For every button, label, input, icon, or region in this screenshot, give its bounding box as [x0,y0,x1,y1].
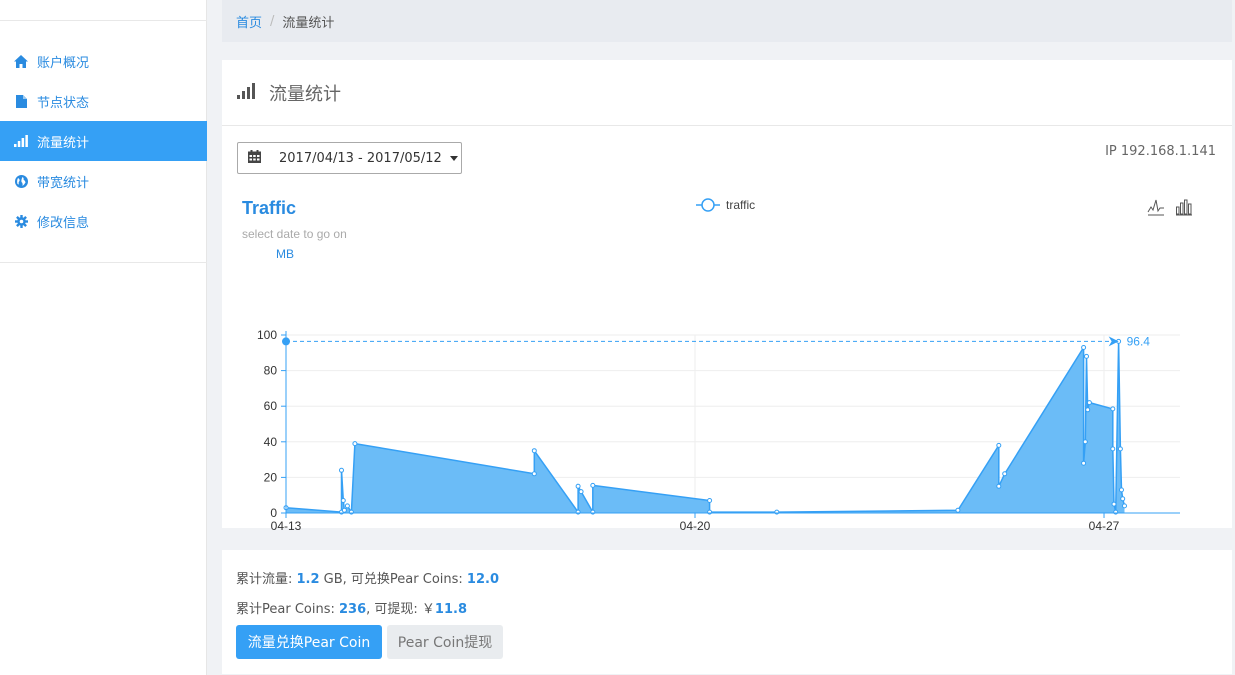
traffic-data-point [1086,400,1092,406]
traffic-data-point [1081,345,1087,350]
ip-address-label: IP 192.168.1.141 [1105,144,1216,159]
breadcrumb: 首页 / 流量统计 [222,0,1232,42]
traffic-panel: 流量统计 2017/04/13 - 2017/05/12 IP 192.168.… [222,60,1232,530]
date-range-value: 2017/04/13 - 2017/05/12 [279,150,442,166]
home-icon [12,52,30,70]
page-title: 流量统计 [269,83,341,105]
y-tick-label: 0 [270,506,277,520]
withdrawable-label: , 可提现: ￥ [366,602,435,617]
line-chart-toggle-icon[interactable] [1146,197,1166,217]
total-traffic-value: 1.2 [296,572,320,587]
y-tick-label: 40 [264,435,278,449]
total-coins-value: 236 [339,602,367,617]
calendar-icon [248,149,261,167]
traffic-data-point [339,467,344,473]
traffic-data-point [1117,446,1123,452]
y-axis-unit: MB [276,247,294,261]
traffic-data-point [340,498,346,503]
sidebar-item-bandwidth-stats[interactable]: 带宽统计 [0,161,207,201]
sidebar-item-account-overview[interactable]: 账户概况 [0,41,207,81]
sidebar-divider-top [0,20,207,21]
x-tick-label: 04-27 [1089,519,1120,530]
chart-subtitle: select date to go on [242,227,347,241]
traffic-data-point [590,482,596,488]
traffic-data-point [996,483,1002,489]
date-range-picker[interactable]: 2017/04/13 - 2017/05/12 [237,142,462,174]
traffic-data-point [575,483,581,489]
exchange-coin-button[interactable]: 流量兑换Pear Coin [236,625,382,659]
traffic-data-point [1081,460,1087,466]
sidebar-nav: 账户概况 节点状态 流量统计 带宽统计 修改信息 [0,41,207,241]
traffic-data-point [1110,406,1116,412]
sidebar-item-label: 流量统计 [37,135,90,151]
breadcrumb-home-link[interactable]: 首页 [236,12,262,31]
traffic-data-point [1110,446,1116,452]
breadcrumb-separator: / [270,13,275,29]
total-traffic-label: 累计流量: [236,572,297,587]
coins-summary-line: 累计Pear Coins: 236, 可提现: ￥11.8 [236,598,467,617]
total-coins-label: 累计Pear Coins: [236,602,339,617]
traffic-data-point [1122,503,1127,509]
globe-icon [12,172,30,190]
breadcrumb-current: 流量统计 [282,15,335,31]
legend-item-traffic[interactable]: traffic [696,198,755,212]
sidebar-item-label: 修改信息 [37,215,90,231]
summary-panel: 累计流量: 1.2 GB, 可兑换Pear Coins: 12.0 累计Pear… [222,550,1232,674]
sidebar-item-traffic-stats[interactable]: 流量统计 [0,121,207,161]
traffic-data-point [578,489,584,495]
caret-down-icon [449,155,458,161]
y-tick-label: 100 [257,328,277,342]
traffic-data-point [996,442,1002,448]
sidebar-item-node-status[interactable]: 节点状态 [0,81,207,121]
exchangeable-coins-value: 12.0 [466,572,499,587]
traffic-data-point [1111,501,1117,507]
y-tick-label: 20 [264,470,278,484]
legend-label: traffic [726,198,755,212]
traffic-chart: Traffic select date to go on MB traffic … [242,197,1194,530]
chart-plot-area: 96.4 [282,334,1151,515]
exchangeable-label: GB, 可兑换Pear Coins: [319,572,467,587]
withdraw-coin-button[interactable]: Pear Coin提现 [387,625,503,659]
traffic-data-point [1082,439,1088,445]
traffic-data-point [1120,496,1126,502]
traffic-data-point [707,498,713,503]
max-markline-arrow [1108,336,1119,347]
traffic-data-point [352,441,358,447]
max-markline-label: 96.4 [1127,334,1151,348]
traffic-data-point [1084,353,1089,359]
y-tick-label: 60 [264,399,278,413]
traffic-data-point [1085,407,1091,413]
bar-chart-icon [12,132,30,150]
traffic-data-point [955,507,961,513]
file-icon [12,92,30,110]
traffic-data-point [531,448,537,454]
sidebar-item-edit-info[interactable]: 修改信息 [0,201,207,241]
gear-icon [12,212,30,230]
withdrawable-value: 11.8 [434,602,467,617]
traffic-data-point [1119,487,1124,493]
bar-chart-icon [237,82,255,103]
traffic-summary-line: 累计流量: 1.2 GB, 可兑换Pear Coins: 12.0 [236,568,499,587]
y-tick-label: 80 [264,364,278,378]
chart-title: Traffic [242,198,296,218]
sidebar-item-label: 节点状态 [37,95,90,111]
traffic-data-point [341,507,347,513]
sidebar: 账户概况 节点状态 流量统计 带宽统计 修改信息 [0,0,207,675]
panel-header: 流量统计 [222,60,1232,126]
sidebar-item-label: 账户概况 [37,55,90,71]
x-tick-label: 04-13 [271,519,302,530]
sidebar-divider-bottom [0,262,207,263]
sidebar-item-label: 带宽统计 [37,175,90,191]
x-tick-label: 04-20 [680,519,711,530]
legend-marker [701,198,715,212]
traffic-data-point [344,503,350,509]
traffic-data-point [1002,471,1008,477]
traffic-data-point [531,471,537,477]
bar-chart-toggle-icon[interactable] [1174,197,1194,217]
